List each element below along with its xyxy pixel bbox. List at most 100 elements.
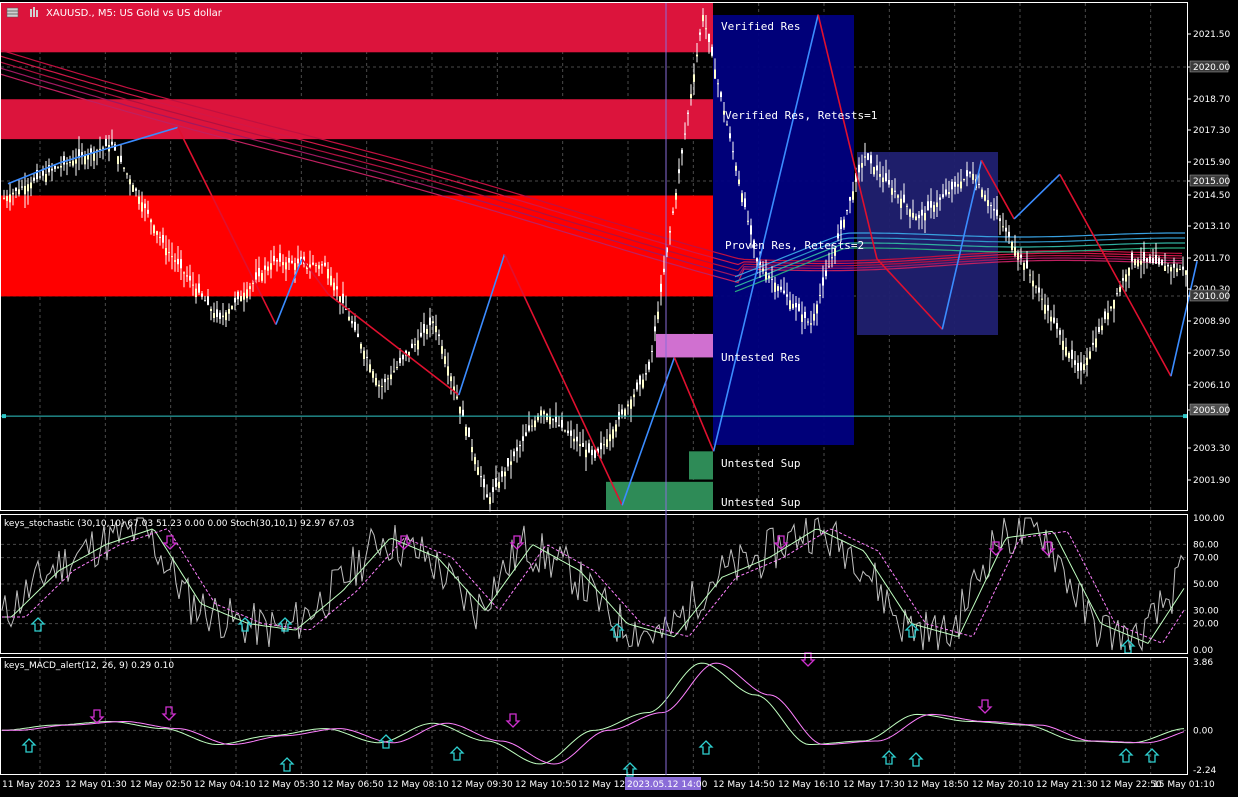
- candle-body: [1098, 327, 1100, 333]
- candle-body: [1107, 312, 1109, 320]
- candle-body: [696, 54, 698, 57]
- candle-body: [249, 286, 251, 290]
- candle-body: [126, 173, 128, 175]
- candle-body: [792, 303, 794, 309]
- candle-body: [255, 272, 257, 280]
- candle-body: [327, 268, 329, 279]
- candle-body: [276, 259, 278, 262]
- candle-body: [3, 197, 5, 199]
- trading-chart-window[interactable]: Verified Res Verified Res, Retests=1 Prove…: [0, 0, 1238, 793]
- candle-body: [1173, 263, 1175, 268]
- candle-body: [993, 208, 995, 211]
- candle-body: [318, 265, 320, 269]
- candle-body: [381, 385, 383, 387]
- candle-body: [144, 203, 146, 209]
- candle-body: [435, 325, 437, 333]
- candle-body: [273, 255, 275, 262]
- candle-body: [474, 457, 476, 465]
- candle-body: [606, 439, 608, 447]
- candle-body: [354, 321, 356, 331]
- level-line-handle-left[interactable]: [2, 414, 6, 419]
- candle-body: [738, 179, 740, 185]
- candle-body: [636, 382, 638, 390]
- candle-body: [972, 173, 974, 180]
- candle-body: [744, 198, 746, 208]
- candle-body: [777, 286, 779, 291]
- time-label: 12 May 20:10: [972, 780, 1034, 790]
- time-label: 12 May 12:: [578, 780, 628, 790]
- chart-menu-icon[interactable]: [6, 7, 19, 18]
- candle-body: [1113, 299, 1115, 309]
- candle-body: [504, 471, 506, 477]
- candle-body: [999, 218, 1001, 222]
- candle-body: [579, 444, 581, 447]
- candle-body: [426, 328, 428, 335]
- candle-body: [270, 263, 272, 270]
- candle-body: [1002, 226, 1004, 228]
- candle-body: [795, 302, 797, 308]
- candle-body: [390, 374, 392, 380]
- time-label: 15 May 01:10: [1153, 780, 1215, 790]
- candle-body: [741, 193, 743, 203]
- candle-body: [288, 258, 290, 263]
- candle-body: [798, 303, 800, 311]
- candle-body: [513, 451, 515, 457]
- candle-body: [528, 425, 530, 431]
- candle-body: [594, 450, 596, 458]
- candle-body: [726, 124, 728, 126]
- candle-body: [72, 160, 74, 166]
- price-label: 2015.90: [1193, 158, 1230, 168]
- candle-body: [1125, 274, 1127, 282]
- candle-body: [204, 300, 206, 302]
- price-label: 2018.70: [1193, 95, 1230, 105]
- candle-body: [480, 476, 482, 478]
- candle-body: [663, 268, 665, 273]
- candle-body: [243, 292, 245, 300]
- candle-body: [630, 399, 632, 409]
- stoch-level-label: 30.00: [1193, 606, 1219, 616]
- candle-body: [1074, 360, 1076, 365]
- candle-body: [441, 346, 443, 354]
- candle-body: [561, 419, 563, 428]
- candle-body: [570, 430, 572, 436]
- candle-body: [372, 371, 374, 378]
- candle-body: [873, 166, 875, 175]
- candle-body: [186, 275, 188, 277]
- candle-body: [1182, 266, 1184, 270]
- candle-body: [123, 167, 125, 169]
- macd-title: keys_MACD_alert(12, 26, 9) 0.29 0.10: [4, 661, 174, 671]
- candle-body: [822, 277, 824, 286]
- candle-body: [912, 212, 914, 218]
- level-line-handle-right[interactable]: [1183, 414, 1187, 419]
- candle-body: [1005, 227, 1007, 232]
- candle-body: [1050, 316, 1052, 322]
- candle-body: [1065, 346, 1067, 356]
- price-chart-svg[interactable]: Verified Res Verified Res, Retests=1 Prove…: [0, 0, 1238, 793]
- candle-body: [582, 443, 584, 447]
- candle-body: [168, 252, 170, 254]
- candle-body: [216, 309, 218, 318]
- candle-body: [813, 313, 815, 321]
- candle-body: [468, 427, 470, 437]
- candle-body: [957, 184, 959, 187]
- candle-body: [231, 305, 233, 309]
- stoch-level-label: 0.00: [1193, 646, 1213, 656]
- candle-body: [309, 264, 311, 268]
- zone-label: Proven Res, Retests=2: [725, 239, 864, 252]
- candle-body: [90, 148, 92, 153]
- candle-body: [936, 202, 938, 207]
- price-label: 2021.50: [1193, 30, 1230, 40]
- candle-body: [39, 176, 41, 178]
- time-label: 12 May 21:30: [1036, 780, 1098, 790]
- candle-body: [402, 355, 404, 360]
- candle-body: [198, 283, 200, 293]
- candle-body: [192, 284, 194, 286]
- candle-body: [177, 258, 179, 265]
- candle-body: [708, 33, 710, 43]
- chart-title: XAUUSD., M5: US Gold vs US dollar: [46, 8, 223, 19]
- candle-body: [1119, 287, 1121, 292]
- candle-body: [615, 424, 617, 432]
- candle-body: [1179, 269, 1181, 271]
- candle-body: [549, 416, 551, 425]
- candle-body: [648, 361, 650, 370]
